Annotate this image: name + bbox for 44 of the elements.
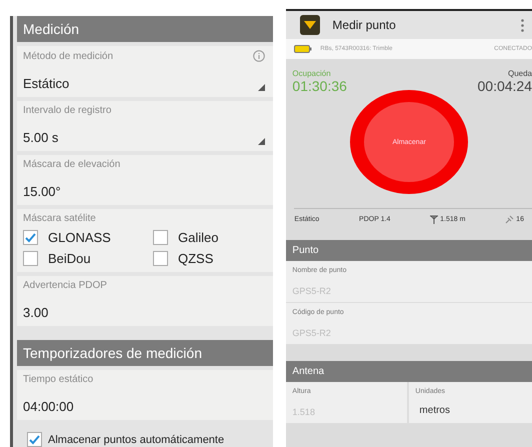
occupation-label: Ocupación [292, 69, 331, 78]
checkbox[interactable] [153, 251, 168, 266]
field-value: 15.00° [23, 184, 62, 199]
section-header: Punto [286, 240, 532, 261]
checkbox-label: BeiDou [48, 251, 91, 266]
checkbox[interactable] [23, 230, 38, 245]
checkbox-label: QZSS [178, 251, 214, 266]
field-label: Máscara de elevación [23, 159, 122, 170]
field-label: Tiempo estático [23, 374, 94, 385]
dropdown-corner-icon [258, 84, 266, 91]
section-header: Temporizadores de medición [17, 340, 274, 366]
dropdown-field[interactable]: Método de medición Estático [17, 46, 274, 97]
info-icon[interactable] [253, 50, 266, 62]
remaining-label: Queda [508, 69, 532, 78]
field-value: metros [419, 405, 451, 416]
field-value: 5.00 s [23, 130, 58, 145]
app-icon[interactable] [300, 15, 320, 35]
field-label: Advertencia PDOP [23, 280, 108, 291]
checkbox[interactable] [153, 230, 168, 245]
remaining-time: 00:04:24 [478, 78, 532, 94]
checkbox-label: GLONASS [48, 230, 111, 245]
checkbox-label: Galileo [178, 230, 218, 245]
antenna-icon [430, 215, 438, 224]
field-label: Método de medición [23, 51, 114, 62]
dropdown-corner-icon [258, 138, 266, 145]
checkbox-label: Almacenar puntos automáticamente [48, 434, 224, 446]
input-field[interactable]: Advertencia PDOP 3.00 [17, 276, 274, 326]
satellite-icon [505, 215, 514, 224]
input-field[interactable]: Máscara de elevación 15.00° [17, 155, 274, 205]
more-menu-icon[interactable] [521, 18, 524, 32]
checkbox[interactable] [23, 251, 38, 266]
dropdown-field[interactable]: Intervalo de registro 5.00 s [17, 101, 274, 151]
input-field[interactable]: Tiempo estático 04:00:00 [17, 370, 274, 420]
field-label: Intervalo de registro [23, 105, 112, 116]
field-label: Máscara satélite [23, 213, 97, 224]
section-header: Antena [286, 361, 532, 382]
field-value: 3.00 [23, 305, 50, 320]
field-value: 04:00:00 [23, 399, 75, 414]
battery-icon [294, 45, 312, 53]
checkbox[interactable] [27, 432, 42, 447]
section-header: Medición [17, 16, 274, 42]
screen-title: Medir punto [332, 18, 397, 32]
occupation-time: 01:30:36 [292, 78, 347, 94]
field-value: Estático [23, 76, 70, 91]
